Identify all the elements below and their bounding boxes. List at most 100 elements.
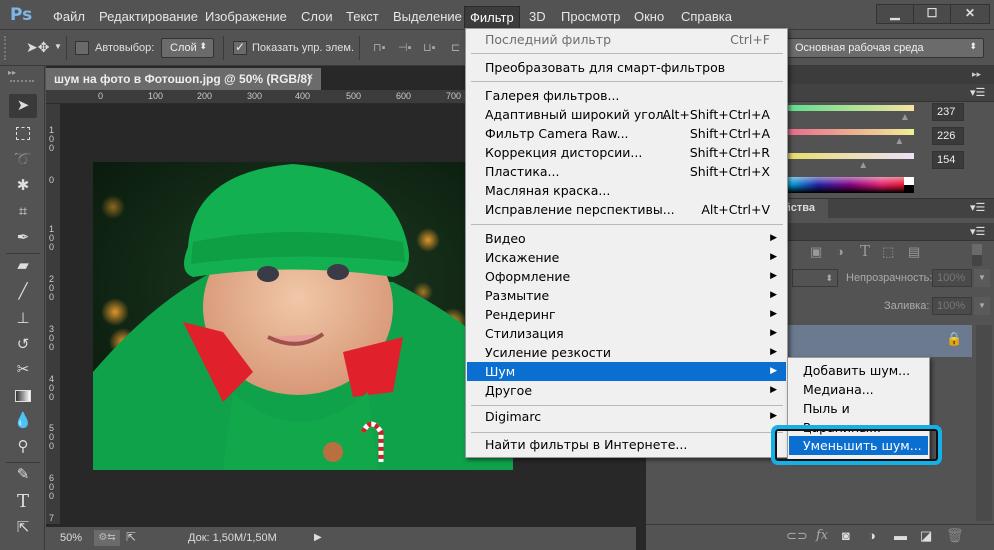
menu-item-other[interactable]: Другое ▶: [467, 381, 786, 400]
filter-smart-object-icon[interactable]: ▤: [908, 244, 920, 260]
menu-item-pixelate[interactable]: Оформление ▶: [467, 267, 786, 286]
filter-adjustment-icon[interactable]: ◑: [836, 244, 844, 259]
menu-item-digimarc[interactable]: Digimarc ▶: [467, 407, 786, 426]
menu-item-lens-correction[interactable]: Коррекция дисторсии... Shift+Ctrl+R: [467, 143, 786, 162]
menu-item-video[interactable]: Видео ▶: [467, 229, 786, 248]
menu-view[interactable]: Просмотр: [556, 6, 625, 28]
dodge-tool-icon[interactable]: ⚲: [9, 435, 37, 459]
menu-image[interactable]: Изображение: [200, 6, 292, 28]
menu-item-last-filter[interactable]: Последний фильтр Ctrl+F: [467, 30, 786, 49]
menu-item-oil-paint[interactable]: Масляная краска...: [467, 181, 786, 200]
maximize-button[interactable]: ☐: [913, 4, 951, 24]
menu-item-convert-smart-filters[interactable]: Преобразовать для смарт-фильтров: [467, 58, 786, 77]
grip-handle[interactable]: [4, 36, 8, 60]
close-button[interactable]: ✕: [950, 4, 990, 24]
layer-mask-icon[interactable]: ◙: [842, 528, 850, 543]
white-swatch[interactable]: [904, 177, 914, 185]
chevron-down-icon[interactable]: ▼: [974, 269, 990, 287]
collapse-panels-icon[interactable]: ▸▸: [972, 69, 981, 80]
link-layers-icon[interactable]: ⊂⊃: [786, 528, 808, 544]
color-value-input[interactable]: 237: [932, 103, 964, 121]
menu-filter[interactable]: Фильтр: [464, 6, 520, 28]
menu-select[interactable]: Выделение: [388, 6, 467, 28]
menu-item-vanishing-point[interactable]: Исправление перспективы... Alt+Ctrl+V: [467, 200, 786, 219]
eyedropper-tool-icon[interactable]: ✒: [9, 226, 37, 250]
zoom-level[interactable]: 50%: [60, 532, 82, 544]
workspace-select[interactable]: Основная рабочая среда ⬍: [786, 38, 984, 58]
new-group-icon[interactable]: ▬: [894, 528, 907, 543]
menu-item-camera-raw[interactable]: Фильтр Camera Raw... Shift+Ctrl+A: [467, 124, 786, 143]
blend-mode-select[interactable]: ⬍: [792, 269, 838, 287]
menu-item-median[interactable]: Медиана...: [789, 380, 928, 399]
crop-tool-icon[interactable]: ⌗: [9, 200, 37, 224]
color-slider-handle[interactable]: ▲: [858, 160, 868, 171]
path-selection-tool-icon[interactable]: ⇱: [9, 516, 37, 540]
autoselect-checkbox[interactable]: [75, 41, 89, 55]
lasso-tool-icon[interactable]: ➰: [9, 148, 37, 172]
fx-icon[interactable]: fx: [816, 528, 828, 543]
vertical-ruler[interactable]: 100 0 100 200 300 400 500 600 7: [46, 104, 60, 524]
menu-type[interactable]: Текст: [341, 6, 384, 28]
fill-input[interactable]: 100%: [932, 297, 972, 315]
gradient-tool-icon[interactable]: [9, 384, 37, 408]
black-swatch[interactable]: [904, 185, 914, 193]
align-vcenter-icon[interactable]: ⊣▪: [398, 41, 416, 55]
filter-toggle[interactable]: [972, 244, 982, 266]
filter-pixel-icon[interactable]: ▣: [810, 244, 822, 260]
color-ramp[interactable]: [786, 177, 914, 193]
menu-item-distort[interactable]: Искажение ▶: [467, 248, 786, 267]
menu-layers[interactable]: Слои: [296, 6, 338, 28]
eraser-tool-icon[interactable]: ✂: [9, 358, 37, 382]
panel-menu-icon[interactable]: ▾☰: [970, 201, 985, 214]
show-transform-checkbox[interactable]: ✓: [233, 41, 247, 55]
new-layer-icon[interactable]: ◪: [920, 528, 932, 544]
color-value-input[interactable]: 226: [932, 127, 964, 145]
menu-help[interactable]: Справка: [676, 6, 737, 28]
menu-item-sharpen[interactable]: Усиление резкости ▶: [467, 343, 786, 362]
opacity-input[interactable]: 100%: [932, 269, 972, 287]
trash-icon[interactable]: 🗑: [946, 527, 964, 544]
menu-edit[interactable]: Редактирование: [94, 6, 203, 28]
clone-stamp-tool-icon[interactable]: ⊥: [9, 307, 37, 331]
menu-item-stylize[interactable]: Стилизация ▶: [467, 324, 786, 343]
gpu-indicator-icon[interactable]: ⚙⇆: [94, 530, 120, 546]
color-slider-handle[interactable]: ▲: [894, 136, 904, 147]
blur-tool-icon[interactable]: 💧: [9, 409, 37, 433]
color-slider-track[interactable]: [786, 153, 914, 159]
brush-tool-icon[interactable]: ╱: [9, 280, 37, 304]
menu-item-filter-gallery[interactable]: Галерея фильтров...: [467, 86, 786, 105]
menu-item-browse-filters-online[interactable]: Найти фильтры в Интернете...: [467, 435, 786, 454]
menu-window[interactable]: Окно: [629, 6, 669, 28]
close-icon[interactable]: ×: [307, 72, 313, 83]
status-menu-arrow-icon[interactable]: ▶: [314, 532, 322, 543]
menu-item-blur[interactable]: Размытие ▶: [467, 286, 786, 305]
document-tab[interactable]: шум на фото в Фотошоп.jpg @ 50% (RGB/8) …: [46, 68, 321, 90]
collapse-icon[interactable]: ▸▸: [8, 68, 16, 77]
panel-menu-icon[interactable]: ▾☰: [970, 225, 985, 238]
color-slider-track[interactable]: [786, 129, 914, 135]
menu-item-noise[interactable]: Шум ▶: [467, 362, 786, 381]
menu-3d[interactable]: 3D: [524, 6, 551, 28]
move-tool-preset-icon[interactable]: ➤✥: [26, 39, 49, 56]
color-value-input[interactable]: 154: [932, 151, 964, 169]
magic-wand-tool-icon[interactable]: ✱: [9, 174, 37, 198]
horizontal-ruler[interactable]: 0 100 200 300 400 500 600 700: [46, 90, 466, 104]
color-slider-track[interactable]: [786, 105, 914, 111]
share-icon[interactable]: ⇱: [126, 530, 136, 544]
document-image[interactable]: [93, 162, 513, 470]
menu-item-liquify[interactable]: Пластика... Shift+Ctrl+X: [467, 162, 786, 181]
marquee-tool-icon[interactable]: [9, 121, 37, 145]
type-tool-icon[interactable]: T: [9, 490, 37, 514]
menu-item-render[interactable]: Рендеринг ▶: [467, 305, 786, 324]
doc-info[interactable]: Док: 1,50M/1,50M: [188, 532, 277, 544]
pen-tool-icon[interactable]: ✎: [9, 463, 37, 487]
healing-brush-tool-icon[interactable]: ▰: [9, 254, 37, 278]
chevron-down-icon[interactable]: ▼: [54, 42, 62, 51]
align-top-icon[interactable]: ⊓▪: [373, 41, 391, 55]
panel-menu-icon[interactable]: ▾☰: [970, 86, 985, 99]
move-tool-icon[interactable]: ➤: [9, 94, 37, 118]
minimize-button[interactable]: ▁: [876, 4, 914, 24]
menu-file[interactable]: Файл: [48, 6, 90, 28]
layers-scrollbar[interactable]: [976, 325, 992, 521]
grip-handle[interactable]: [10, 80, 34, 83]
